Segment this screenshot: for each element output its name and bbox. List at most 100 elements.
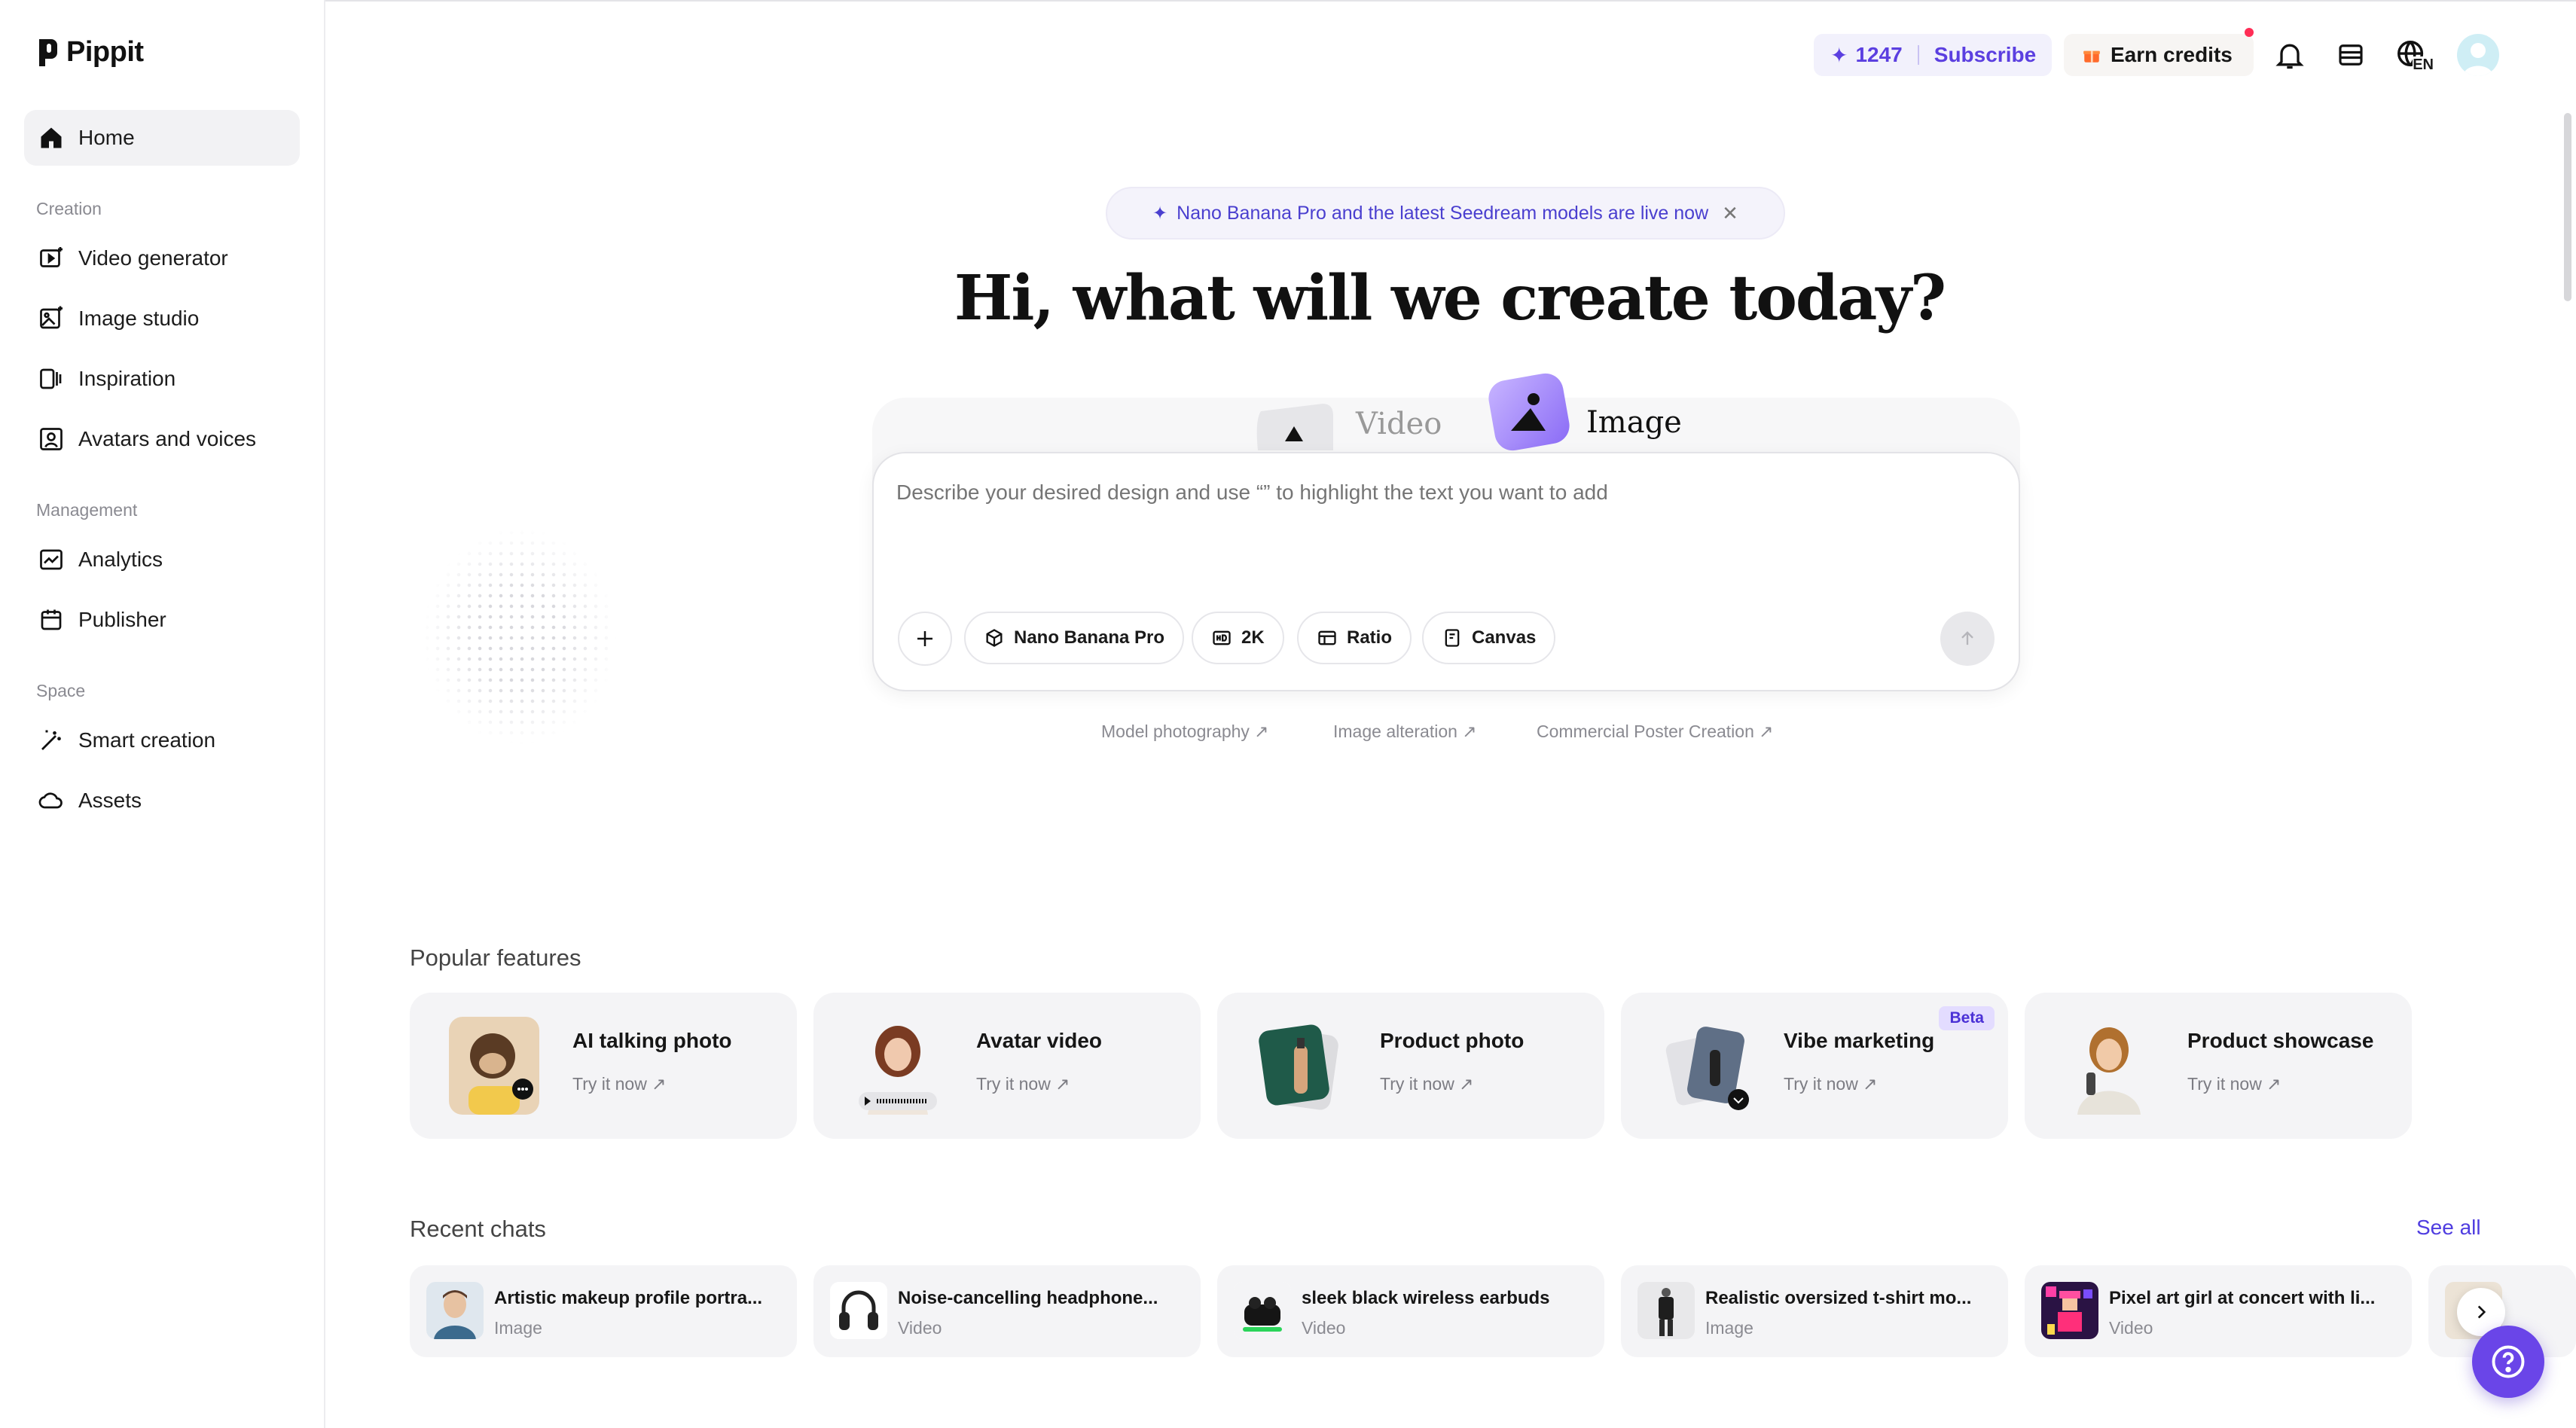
- window-top-border: [0, 0, 2576, 2]
- hd-icon: [1213, 630, 1231, 645]
- sidebar-item-label: Publisher: [78, 608, 166, 631]
- sidebar-item-label: Avatars and voices: [78, 427, 257, 450]
- language-button[interactable]: EN: [2391, 35, 2434, 75]
- ai-talking-photo-thumbnail: [449, 1017, 539, 1115]
- chat-type: Image: [1705, 1318, 1753, 1338]
- tab-image[interactable]: Image: [1484, 369, 1682, 452]
- try-it-now-link[interactable]: Try it now ↗: [2187, 1074, 2281, 1094]
- recent-chat-item[interactable]: sleek black wireless earbuds Video: [1217, 1265, 1604, 1357]
- sidebar-item-label: Home: [78, 126, 135, 149]
- ratio-selector[interactable]: Ratio: [1297, 612, 1412, 664]
- help-button[interactable]: [2472, 1326, 2544, 1398]
- chat-title: Realistic oversized t-shirt mo...: [1705, 1288, 1972, 1308]
- chat-type: Video: [1302, 1318, 1346, 1338]
- model-selector[interactable]: Nano Banana Pro: [964, 612, 1185, 664]
- feature-title: AI talking photo: [572, 1029, 732, 1052]
- resolution-label: 2K: [1241, 627, 1265, 648]
- sidebar-item-label: Smart creation: [78, 728, 216, 752]
- sparkle-icon: ✦: [1830, 43, 1848, 67]
- suggestion-image-alteration[interactable]: Image alteration ↗: [1333, 722, 1477, 742]
- earn-credits-button[interactable]: Earn credits: [2064, 34, 2254, 76]
- sidebar-item-home[interactable]: Home: [24, 110, 300, 166]
- sidebar-item-publisher[interactable]: Publisher: [24, 592, 300, 648]
- feature-card-vibe-marketing[interactable]: Vibe marketing Try it now ↗ Beta: [1621, 993, 2008, 1139]
- chat-thumbnail: [1234, 1282, 1291, 1339]
- announcement-banner[interactable]: ✦ Nano Banana Pro and the latest Seedrea…: [1106, 187, 1785, 240]
- feature-card-product-showcase[interactable]: Product showcase Try it now ↗: [2025, 993, 2412, 1139]
- feature-card-product-photo[interactable]: Product photo Try it now ↗: [1217, 993, 1604, 1139]
- arrow-up-icon: [1961, 631, 1973, 645]
- try-it-now-link[interactable]: Try it now ↗: [1784, 1074, 1878, 1094]
- sidebar-item-label: Analytics: [78, 548, 163, 571]
- announcement-text: Nano Banana Pro and the latest Seedream …: [1177, 202, 1709, 224]
- bell-icon: [2275, 44, 2304, 69]
- brand-logo[interactable]: Pippit: [36, 36, 144, 69]
- see-all-link[interactable]: See all: [2416, 1216, 2481, 1240]
- suggestion-commercial-poster[interactable]: Commercial Poster Creation ↗: [1537, 722, 1774, 742]
- video-mode-icon: [1256, 404, 1333, 450]
- earn-credits-label: Earn credits: [2111, 43, 2233, 66]
- sidebar-section-space: Space: [36, 681, 86, 700]
- avatar-video-thumbnail: [853, 1017, 943, 1115]
- notifications-button[interactable]: [2269, 35, 2310, 75]
- page-scrollbar[interactable]: [2564, 113, 2571, 301]
- cube-icon: [986, 629, 1003, 647]
- credits-subscribe-pill[interactable]: ✦ 1247 Subscribe: [1814, 34, 2052, 76]
- tab-video-label: Video: [1356, 407, 1442, 441]
- sidebar-item-assets[interactable]: Assets: [24, 773, 300, 828]
- feature-card-avatar-video[interactable]: Avatar video Try it now ↗: [813, 993, 1201, 1139]
- model-label: Nano Banana Pro: [1014, 627, 1165, 648]
- close-icon[interactable]: ✕: [1722, 202, 1738, 225]
- try-it-now-link[interactable]: Try it now ↗: [976, 1074, 1070, 1094]
- chat-thumbnail: [1637, 1282, 1695, 1339]
- sidebar-item-inspiration[interactable]: Inspiration: [24, 351, 300, 407]
- product-showcase-thumbnail: [2064, 1017, 2154, 1115]
- user-avatar[interactable]: [2457, 34, 2499, 76]
- suggestion-model-photography[interactable]: Model photography ↗: [1101, 722, 1269, 742]
- canvas-label: Canvas: [1472, 627, 1537, 648]
- recent-chat-item[interactable]: Noise-cancelling headphone... Video: [813, 1265, 1201, 1357]
- prompt-input[interactable]: [896, 481, 1951, 505]
- home-icon: [41, 127, 62, 148]
- sidebar-section-creation: Creation: [36, 199, 102, 218]
- avatar-icon: [2463, 43, 2493, 76]
- ratio-label: Ratio: [1347, 627, 1392, 648]
- resolution-selector[interactable]: 2K: [1192, 612, 1284, 664]
- add-attachment-button[interactable]: [898, 612, 952, 666]
- chat-type: Video: [2109, 1318, 2153, 1338]
- sidebar-item-avatars-voices[interactable]: Avatars and voices: [24, 411, 300, 467]
- chat-thumbnail: [2041, 1282, 2098, 1339]
- subscribe-link[interactable]: Subscribe: [1934, 43, 2036, 67]
- recent-chat-item[interactable]: Realistic oversized t-shirt mo... Image: [1621, 1265, 2008, 1357]
- try-it-now-link[interactable]: Try it now ↗: [1380, 1074, 1474, 1094]
- pippit-logo-icon: [39, 38, 57, 66]
- recent-chat-item[interactable]: Artistic makeup profile portra... Image: [410, 1265, 797, 1357]
- feature-title: Product photo: [1380, 1029, 1525, 1052]
- tab-video[interactable]: Video: [1250, 398, 1442, 458]
- sparkle-icon: ✦: [1152, 203, 1168, 224]
- chat-title: Noise-cancelling headphone...: [898, 1288, 1158, 1308]
- divider: [1917, 45, 1919, 65]
- feature-card-ai-talking-photo[interactable]: AI talking photo Try it now ↗: [410, 993, 797, 1139]
- sidebar-item-analytics[interactable]: Analytics: [24, 532, 300, 587]
- plus-icon: [917, 631, 932, 646]
- chat-title: Artistic makeup profile portra...: [494, 1288, 763, 1308]
- inspiration-icon: [40, 368, 62, 389]
- chevron-right-icon: [2477, 1305, 2486, 1319]
- chat-title: Pixel art girl at concert with li...: [2109, 1288, 2376, 1308]
- feature-title: Product showcase: [2187, 1029, 2374, 1052]
- sidebar-item-smart-creation[interactable]: Smart creation: [24, 712, 300, 768]
- sidebar: Pippit Home Creation Video generator Ima…: [0, 0, 325, 1428]
- recent-chat-item[interactable]: Pixel art girl at concert with li... Vid…: [2025, 1265, 2412, 1357]
- wallet-button[interactable]: [2330, 35, 2371, 75]
- product-photo-thumbnail: [1256, 1017, 1347, 1115]
- canvas-selector[interactable]: Canvas: [1422, 612, 1556, 664]
- chat-thumbnail: [426, 1282, 484, 1339]
- send-button[interactable]: [1940, 612, 1995, 666]
- try-it-now-link[interactable]: Try it now ↗: [572, 1074, 667, 1094]
- sidebar-item-label: Inspiration: [78, 367, 176, 390]
- brand-name: Pippit: [66, 36, 144, 68]
- recent-chats-heading: Recent chats: [410, 1216, 546, 1242]
- analytics-icon: [40, 549, 63, 570]
- sidebar-section-management: Management: [36, 500, 138, 520]
